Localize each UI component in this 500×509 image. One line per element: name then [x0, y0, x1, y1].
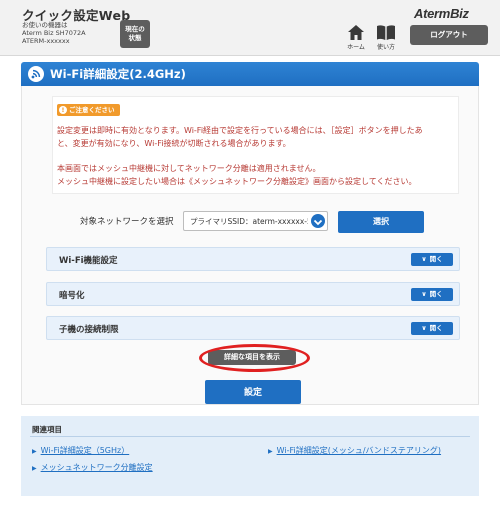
device-model: Aterm Biz SH7072A [22, 29, 86, 37]
divider [30, 436, 470, 437]
notice-line: 本画面ではメッシュ中継機に対してネットワーク分離は適用されません。 [57, 164, 321, 173]
home-icon [344, 24, 368, 41]
related-heading: 関連項目 [32, 425, 62, 434]
page-title: Wi-Fi詳細設定(2.4GHz) [50, 67, 186, 81]
related-link-label: Wi-Fi詳細設定（5GHz） [40, 446, 130, 455]
chevron-down-icon: ∨ [421, 255, 427, 263]
show-details-button[interactable]: 詳細な項目を表示 [208, 350, 296, 365]
nav-home-label: ホーム [347, 44, 365, 51]
related-link-mesh[interactable]: ▶ Wi-Fi詳細設定(メッシュ/バンドステアリング) [268, 445, 441, 456]
current-status-label-1: 現在の [125, 25, 145, 33]
chevron-down-icon: ∨ [421, 290, 427, 298]
select-network-button[interactable]: 選択 [338, 211, 424, 233]
logout-button[interactable]: ログアウト [410, 25, 488, 45]
notice-badge-label: ご注意ください [69, 106, 115, 114]
network-select-label: 対象ネットワークを選択 [80, 217, 174, 227]
apply-settings-button[interactable]: 設定 [205, 380, 301, 404]
network-select[interactable]: プライマリSSID：aterm-xxxxxx-5p [183, 211, 328, 231]
related-link-label: メッシュネットワーク分離設定 [40, 463, 153, 472]
device-ssid: ATERM-xxxxxx [22, 37, 70, 45]
section-label: 子機の接続制限 [59, 325, 119, 335]
related-items-panel [21, 416, 479, 496]
notice-line: と、変更が有効になり、Wi-Fi接続が切断される場合があります。 [57, 139, 291, 148]
brand-logo: AtermBiz [414, 6, 469, 21]
nav-help-label: 使い方 [376, 44, 395, 51]
notice-badge: ! ご注意ください [57, 104, 120, 116]
nav-home[interactable]: ホーム [344, 24, 368, 52]
notice-line: メッシュ中継機に設定したい場合は《メッシュネットワーク分離設定》画面から設定して… [57, 177, 417, 186]
arrow-right-icon: ▶ [32, 465, 37, 472]
expand-button[interactable]: ∨ 開く [411, 288, 453, 301]
section-label: Wi-Fi機能設定 [59, 256, 118, 266]
related-link-mesh-isolation[interactable]: ▶ メッシュネットワーク分離設定 [32, 462, 153, 473]
chevron-down-icon [311, 214, 325, 228]
book-icon [374, 24, 398, 41]
chevron-down-icon: ∨ [421, 324, 427, 332]
wifi-icon [28, 66, 44, 82]
expand-button[interactable]: ∨ 開く [411, 253, 453, 266]
expand-label: 開く [429, 324, 443, 332]
network-select-value: プライマリSSID：aterm-xxxxxx-5p [190, 217, 308, 226]
section-encryption[interactable]: 暗号化 ∨ 開く [46, 282, 460, 306]
current-status-button[interactable]: 現在の 状態 [120, 20, 150, 48]
device-label: お使いの機器は [22, 21, 68, 29]
page-title-bar: Wi-Fi詳細設定(2.4GHz) [21, 62, 479, 86]
current-status-label-2: 状態 [128, 34, 142, 42]
warning-icon: ! [59, 106, 67, 114]
related-link-label: Wi-Fi詳細設定(メッシュ/バンドステアリング) [276, 446, 442, 455]
section-wifi-function[interactable]: Wi-Fi機能設定 ∨ 開く [46, 247, 460, 271]
nav-help[interactable]: 使い方 [374, 24, 398, 52]
arrow-right-icon: ▶ [32, 448, 37, 455]
arrow-right-icon: ▶ [268, 448, 273, 455]
section-client-restriction[interactable]: 子機の接続制限 ∨ 開く [46, 316, 460, 340]
expand-button[interactable]: ∨ 開く [411, 322, 453, 335]
expand-label: 開く [429, 255, 443, 263]
notice-line: 設定変更は即時に有効となります。Wi-Fi経由で設定を行っている場合には、［設定… [57, 126, 423, 135]
related-link-wifi-5ghz[interactable]: ▶ Wi-Fi詳細設定（5GHz） [32, 445, 129, 456]
expand-label: 開く [429, 290, 443, 298]
section-label: 暗号化 [59, 291, 85, 301]
